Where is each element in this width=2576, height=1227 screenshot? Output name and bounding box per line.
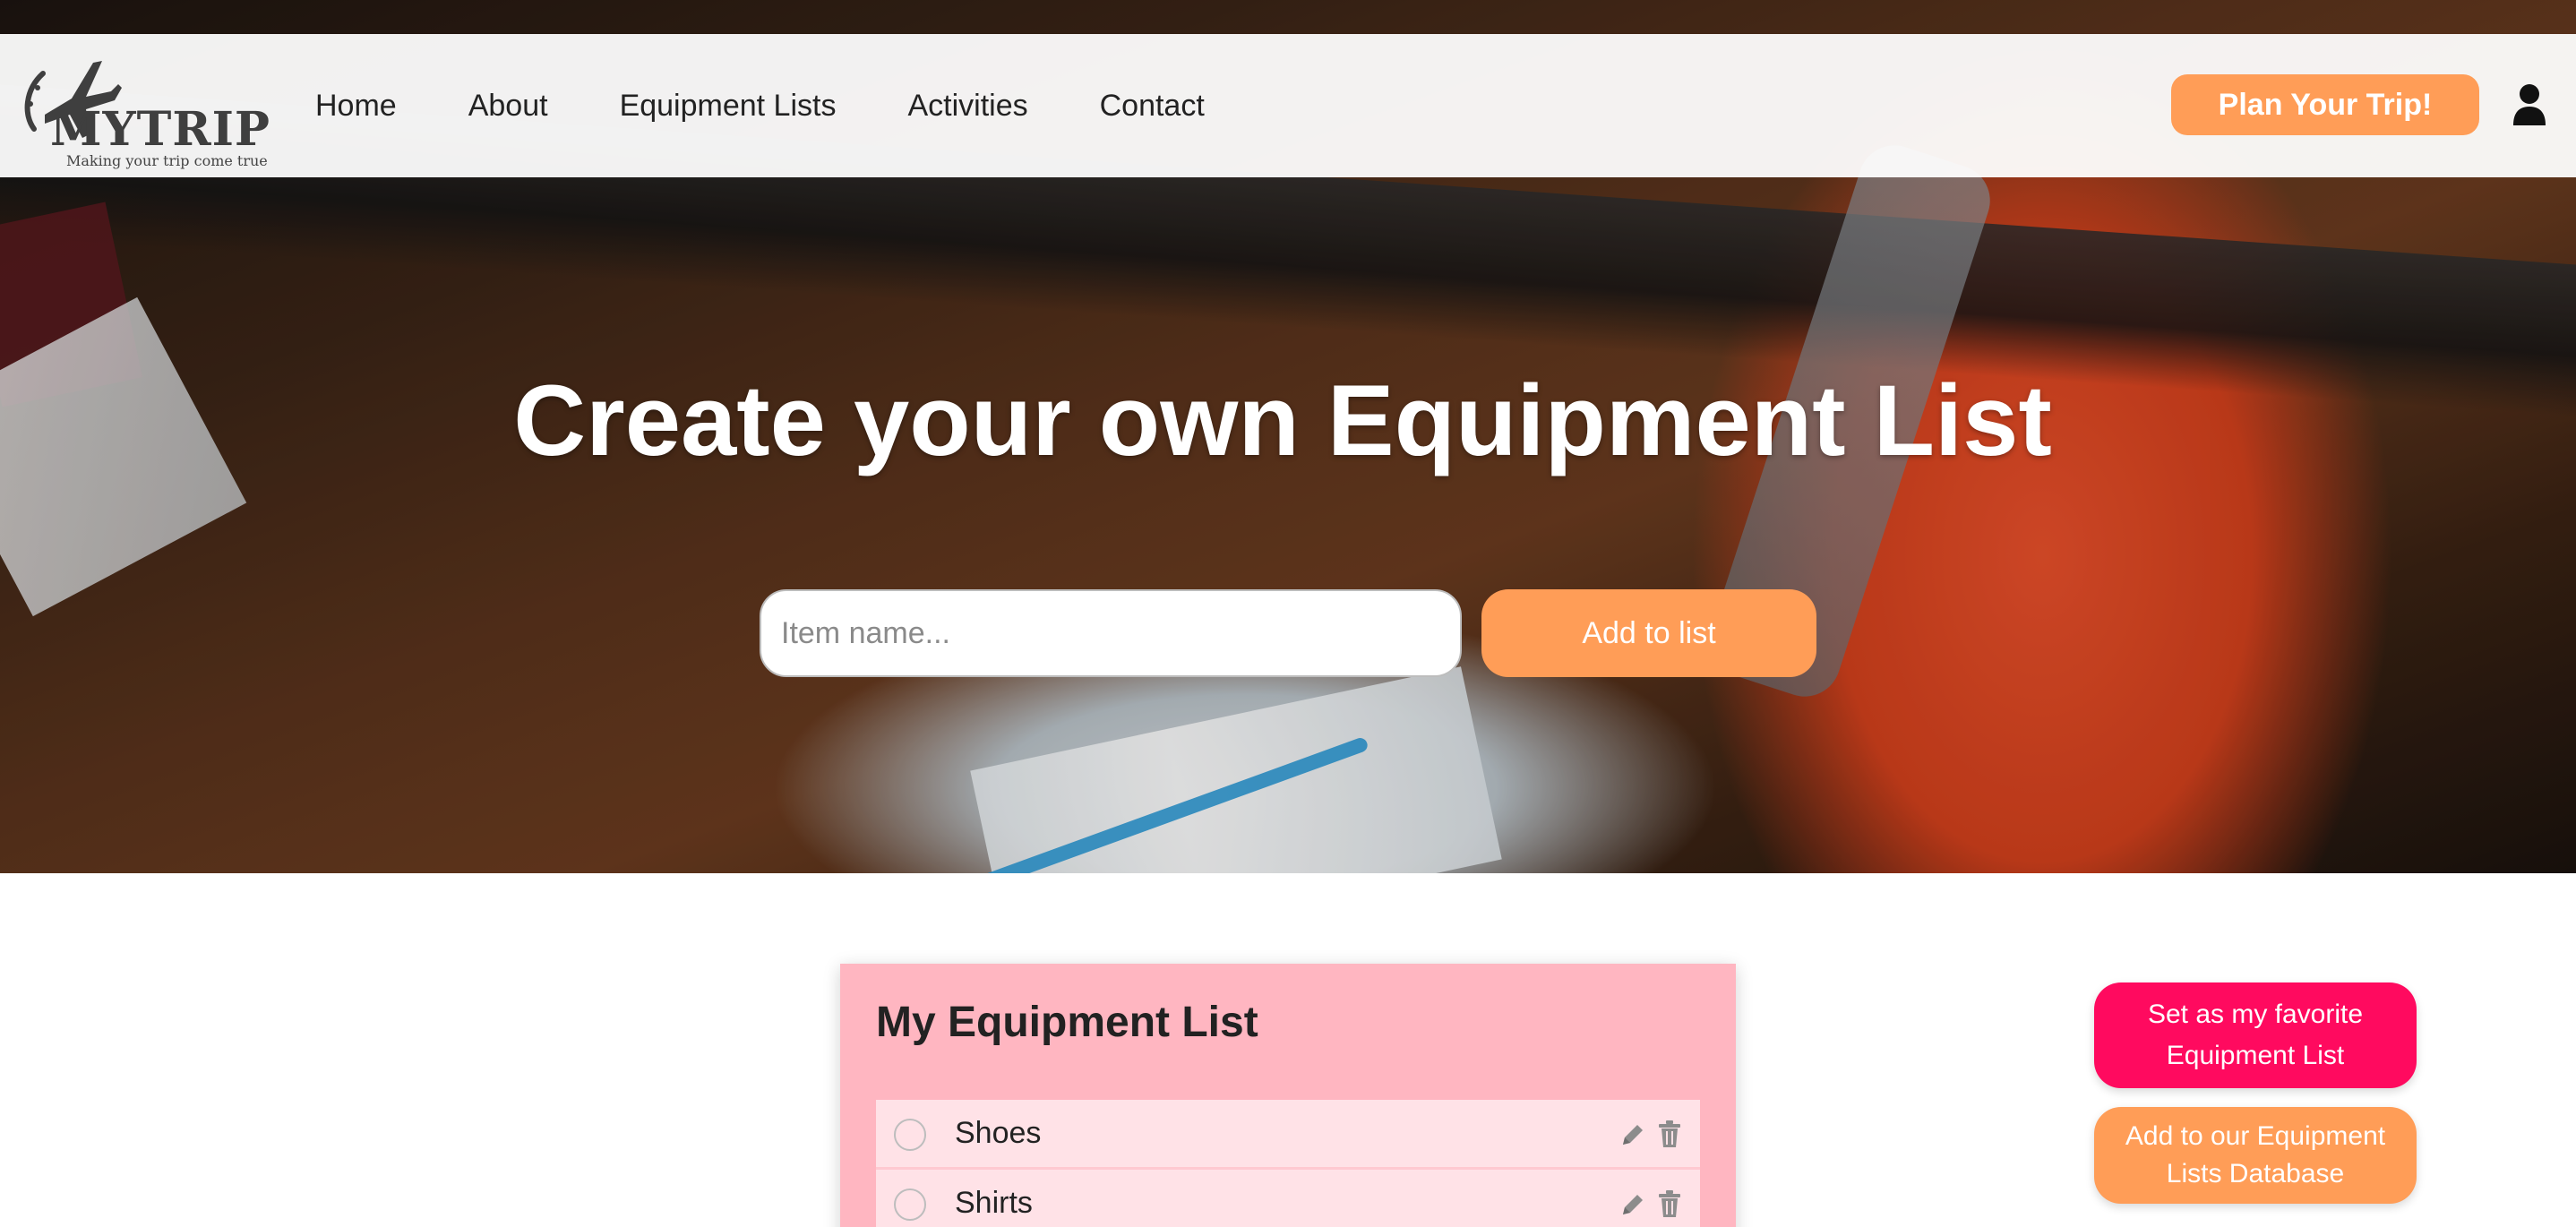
add-to-database-label: Add to our Equipment Lists Database — [2125, 1121, 2386, 1188]
nav-item-equipment-lists[interactable]: Equipment Lists — [620, 89, 837, 124]
equipment-list-title: My Equipment List — [876, 999, 1258, 1046]
equipment-list: Shoes Shirts — [876, 1100, 1700, 1227]
list-item: Shoes — [876, 1100, 1700, 1170]
user-icon[interactable] — [2512, 82, 2547, 127]
page-title: Create your own Equipment List — [0, 363, 2576, 478]
item-label: Shirts — [955, 1186, 1033, 1220]
list-item: Shirts — [876, 1170, 1700, 1227]
pencil-icon[interactable] — [1619, 1191, 1644, 1218]
trash-icon[interactable] — [1657, 1189, 1682, 1218]
main-nav: Home About Equipment Lists Activities Co… — [315, 34, 1276, 177]
add-to-list-button[interactable]: Add to list — [1481, 589, 1816, 677]
set-favorite-list-label: Set as my favorite Equipment List — [2147, 1000, 2364, 1070]
item-checkbox[interactable] — [894, 1119, 926, 1151]
page-title-text: Create your own Equipment List — [513, 365, 2052, 476]
item-label: Shoes — [955, 1116, 1042, 1150]
brand-name: MYTRIP — [50, 102, 271, 157]
trash-icon[interactable] — [1657, 1120, 1682, 1148]
set-favorite-list-button[interactable]: Set as my favorite Equipment List — [2094, 982, 2417, 1088]
nav-item-activities[interactable]: Activities — [907, 89, 1027, 124]
nav-item-home[interactable]: Home — [315, 89, 397, 124]
pencil-icon[interactable] — [1619, 1121, 1644, 1148]
brand-tagline: Making your trip come true — [66, 152, 268, 169]
item-name-input[interactable] — [760, 589, 1462, 677]
site-logo[interactable]: MYTRIP Making your trip come true — [13, 47, 270, 169]
site-header: MYTRIP Making your trip come true Home A… — [0, 34, 2576, 177]
add-to-database-button[interactable]: Add to our Equipment Lists Database — [2094, 1107, 2417, 1204]
nav-item-contact[interactable]: Contact — [1100, 89, 1205, 124]
nav-item-about[interactable]: About — [468, 89, 548, 124]
equipment-list-card: My Equipment List Shoes Shirts — [840, 964, 1736, 1227]
plan-your-trip-button[interactable]: Plan Your Trip! — [2171, 74, 2479, 135]
item-checkbox[interactable] — [894, 1188, 926, 1221]
